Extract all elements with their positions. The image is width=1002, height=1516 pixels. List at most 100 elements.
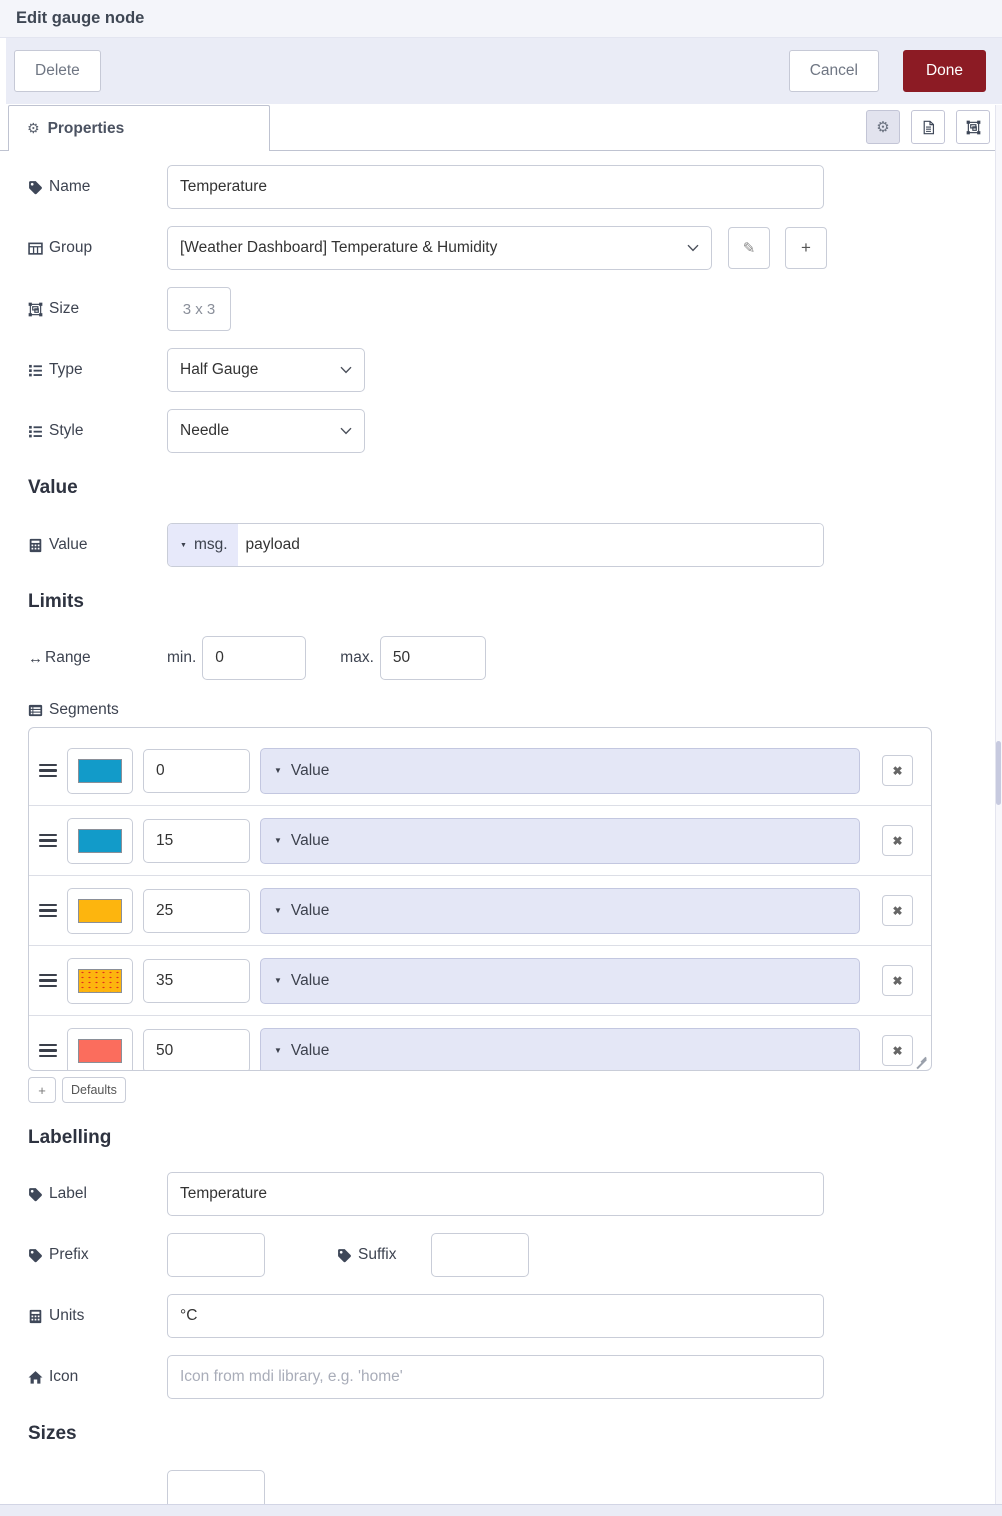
segment-mode-dropdown[interactable]: ▼ Value (260, 817, 860, 864)
appearance-view-button[interactable] (956, 110, 990, 144)
drag-handle-icon[interactable] (39, 1043, 57, 1058)
segments-label: Segments (28, 701, 167, 719)
segment-value-input[interactable] (143, 1028, 250, 1070)
label-row: Label (28, 1172, 986, 1216)
object-group-icon (965, 119, 981, 135)
remove-segment-button[interactable]: ✖ (882, 755, 913, 786)
remove-segment-button[interactable]: ✖ (882, 895, 913, 926)
tag-icon (29, 1187, 42, 1201)
segment-row: ▼ Value ✖ (29, 806, 931, 876)
remove-segment-button[interactable]: ✖ (882, 1035, 913, 1066)
segment-color-swatch (78, 968, 122, 993)
close-icon: ✖ (892, 973, 903, 988)
drag-handle-icon[interactable] (39, 903, 57, 918)
prefix-input[interactable] (167, 1233, 265, 1277)
plus-icon: + (801, 238, 811, 257)
icon-input[interactable] (167, 1355, 824, 1399)
delete-button[interactable]: Delete (14, 50, 101, 92)
resize-grip[interactable] (915, 1054, 928, 1067)
segment-value-input[interactable] (143, 958, 250, 1003)
drag-handle-icon[interactable] (39, 833, 57, 848)
caret-down-icon: ▼ (274, 1046, 282, 1055)
suffix-input[interactable] (430, 1233, 529, 1277)
add-segment-button[interactable]: + (28, 1077, 56, 1103)
range-max-input[interactable] (379, 636, 486, 680)
chevron-down-icon (340, 427, 352, 435)
icon-label: Icon (28, 1368, 167, 1386)
scrollbar-thumb[interactable] (996, 741, 1001, 805)
segment-value-input[interactable] (143, 888, 250, 933)
labelling-section-heading: Labelling (28, 1127, 112, 1148)
cancel-button[interactable]: Cancel (788, 50, 879, 92)
editor-tab-row: ⚙ Properties ⚙ (0, 104, 1002, 151)
done-button[interactable]: Done (902, 50, 986, 92)
segment-mode-label: Value (290, 971, 330, 989)
segment-color-button[interactable] (67, 957, 133, 1004)
range-min-input[interactable] (202, 636, 307, 680)
units-input[interactable] (167, 1294, 824, 1338)
type-select[interactable]: Half Gauge (167, 348, 365, 392)
remove-segment-button[interactable]: ✖ (882, 965, 913, 996)
group-row: Group [Weather Dashboard] Temperature & … (28, 226, 986, 270)
properties-form: Name Group [Weather Dashboard] Temperatu… (0, 165, 1002, 1514)
defaults-button[interactable]: Defaults (62, 1077, 126, 1103)
segment-mode-dropdown[interactable]: ▼ Value (260, 747, 860, 794)
tab-properties[interactable]: ⚙ Properties (8, 105, 270, 151)
style-select[interactable]: Needle (167, 409, 365, 453)
list-icon (29, 425, 42, 437)
size-label: Size (28, 300, 167, 318)
units-label: Units (28, 1307, 167, 1325)
value-property-input[interactable] (237, 524, 823, 566)
close-icon: ✖ (892, 903, 903, 918)
dialog-title: Edit gauge node (16, 9, 145, 27)
gear-icon: ⚙ (876, 119, 890, 136)
segment-mode-dropdown[interactable]: ▼ Value (260, 957, 860, 1004)
properties-gear-icon: ⚙ (27, 120, 40, 136)
type-select-value: Half Gauge (180, 361, 259, 378)
limits-section-heading: Limits (28, 591, 84, 612)
remove-segment-button[interactable]: ✖ (882, 825, 913, 856)
close-icon: ✖ (892, 833, 903, 848)
segment-value-input[interactable] (143, 748, 250, 793)
drag-handle-icon[interactable] (39, 763, 57, 778)
segment-mode-dropdown[interactable]: ▼ Value (260, 887, 860, 934)
dialog-button-row: Delete Cancel Done (0, 38, 1002, 104)
caret-down-icon: ▼ (274, 766, 282, 775)
size-row: Size 3 x 3 (28, 287, 986, 331)
value-row: Value ▼ msg. (28, 523, 986, 567)
segment-value-input[interactable] (143, 818, 250, 863)
label-input[interactable] (167, 1172, 824, 1216)
add-group-button[interactable]: + (785, 227, 827, 269)
description-view-button[interactable] (911, 110, 945, 144)
drag-handle-icon[interactable] (39, 973, 57, 988)
type-row: Type Half Gauge (28, 348, 986, 392)
edit-gauge-node-dialog: Edit gauge node Delete Cancel Done ⚙ Pro… (0, 0, 1002, 1516)
prefix-suffix-row: Prefix Suffix (28, 1233, 986, 1277)
segment-color-button[interactable] (67, 1027, 133, 1070)
segment-color-button[interactable] (67, 887, 133, 934)
segment-color-button[interactable] (67, 747, 133, 794)
group-label: Group (28, 239, 167, 257)
tag-icon (29, 1248, 42, 1262)
segments-actions: + Defaults (28, 1077, 986, 1103)
segment-row: ▼ Value ✖ (29, 946, 931, 1016)
caret-down-icon: ▼ (274, 836, 282, 845)
properties-view-button[interactable]: ⚙ (866, 110, 900, 144)
segment-color-button[interactable] (67, 817, 133, 864)
value-type-dropdown[interactable]: ▼ msg. (168, 524, 238, 566)
style-row: Style Needle (28, 409, 986, 453)
style-select-value: Needle (180, 422, 230, 439)
editor-toolbar: ⚙ (866, 110, 990, 144)
label-label: Label (28, 1185, 167, 1203)
segment-color-swatch (78, 758, 122, 783)
segment-mode-dropdown[interactable]: ▼ Value (260, 1027, 860, 1070)
size-button[interactable]: 3 x 3 (167, 287, 231, 331)
group-select[interactable]: [Weather Dashboard] Temperature & Humidi… (167, 226, 712, 270)
edit-group-button[interactable]: ✎ (728, 227, 770, 269)
name-input[interactable] (167, 165, 824, 209)
suffix-label: Suffix (337, 1246, 431, 1264)
icon-row: Icon (28, 1355, 986, 1399)
sizes-section-heading: Sizes (28, 1423, 77, 1444)
value-type-label: msg. (193, 536, 228, 553)
scrollbar[interactable] (995, 105, 1002, 1504)
